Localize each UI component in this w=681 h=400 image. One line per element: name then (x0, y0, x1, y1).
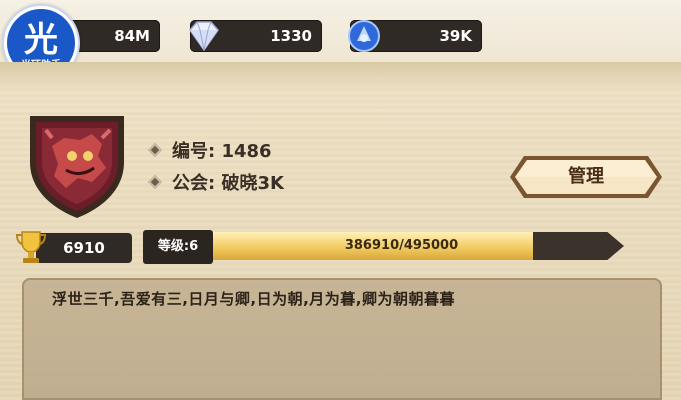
diamond-value: 1330 (270, 27, 312, 45)
diamond-icon (189, 21, 219, 52)
manage-button-label: 管理 (568, 166, 604, 187)
diamond-counter[interactable]: 1330 (189, 20, 322, 52)
diamond-bullet-icon (147, 142, 163, 158)
gold-value: 84M (114, 27, 150, 45)
diamond-bullet-icon (147, 174, 163, 190)
panel-top-border (0, 62, 681, 92)
xp-progress-bar: 386910/495000 (209, 232, 624, 260)
blue-token-icon (348, 20, 380, 52)
guild-id-row: 编号: 1486 (147, 140, 272, 164)
guild-level-bar: 386910/495000 等级:6 (143, 230, 633, 264)
trophy-value: 6910 (63, 239, 105, 257)
guild-name: 公会: 破晓3K (172, 173, 284, 194)
guild-motto-box: 浮世三千,吾爱有三,日月与卿,日为朝,月为暮,卿为朝朝暮暮 (22, 278, 662, 400)
trophy-counter: 6910 (36, 233, 132, 263)
guild-level: 等级:6 (143, 230, 213, 264)
guild-name-row: 公会: 破晓3K (147, 172, 284, 196)
trophy-icon (15, 231, 47, 263)
guild-emblem-icon[interactable] (22, 108, 132, 220)
guild-id: 编号: 1486 (172, 141, 272, 162)
xp-text: 386910/495000 (344, 238, 459, 253)
manage-button[interactable]: 管理 (508, 152, 664, 202)
guild-motto: 浮世三千,吾爱有三,日月与卿,日为朝,月为暮,卿为朝朝暮暮 (52, 290, 455, 308)
logo-char: 光 (24, 20, 58, 60)
token-counter[interactable]: 39K (348, 20, 482, 52)
token-value: 39K (439, 27, 473, 45)
